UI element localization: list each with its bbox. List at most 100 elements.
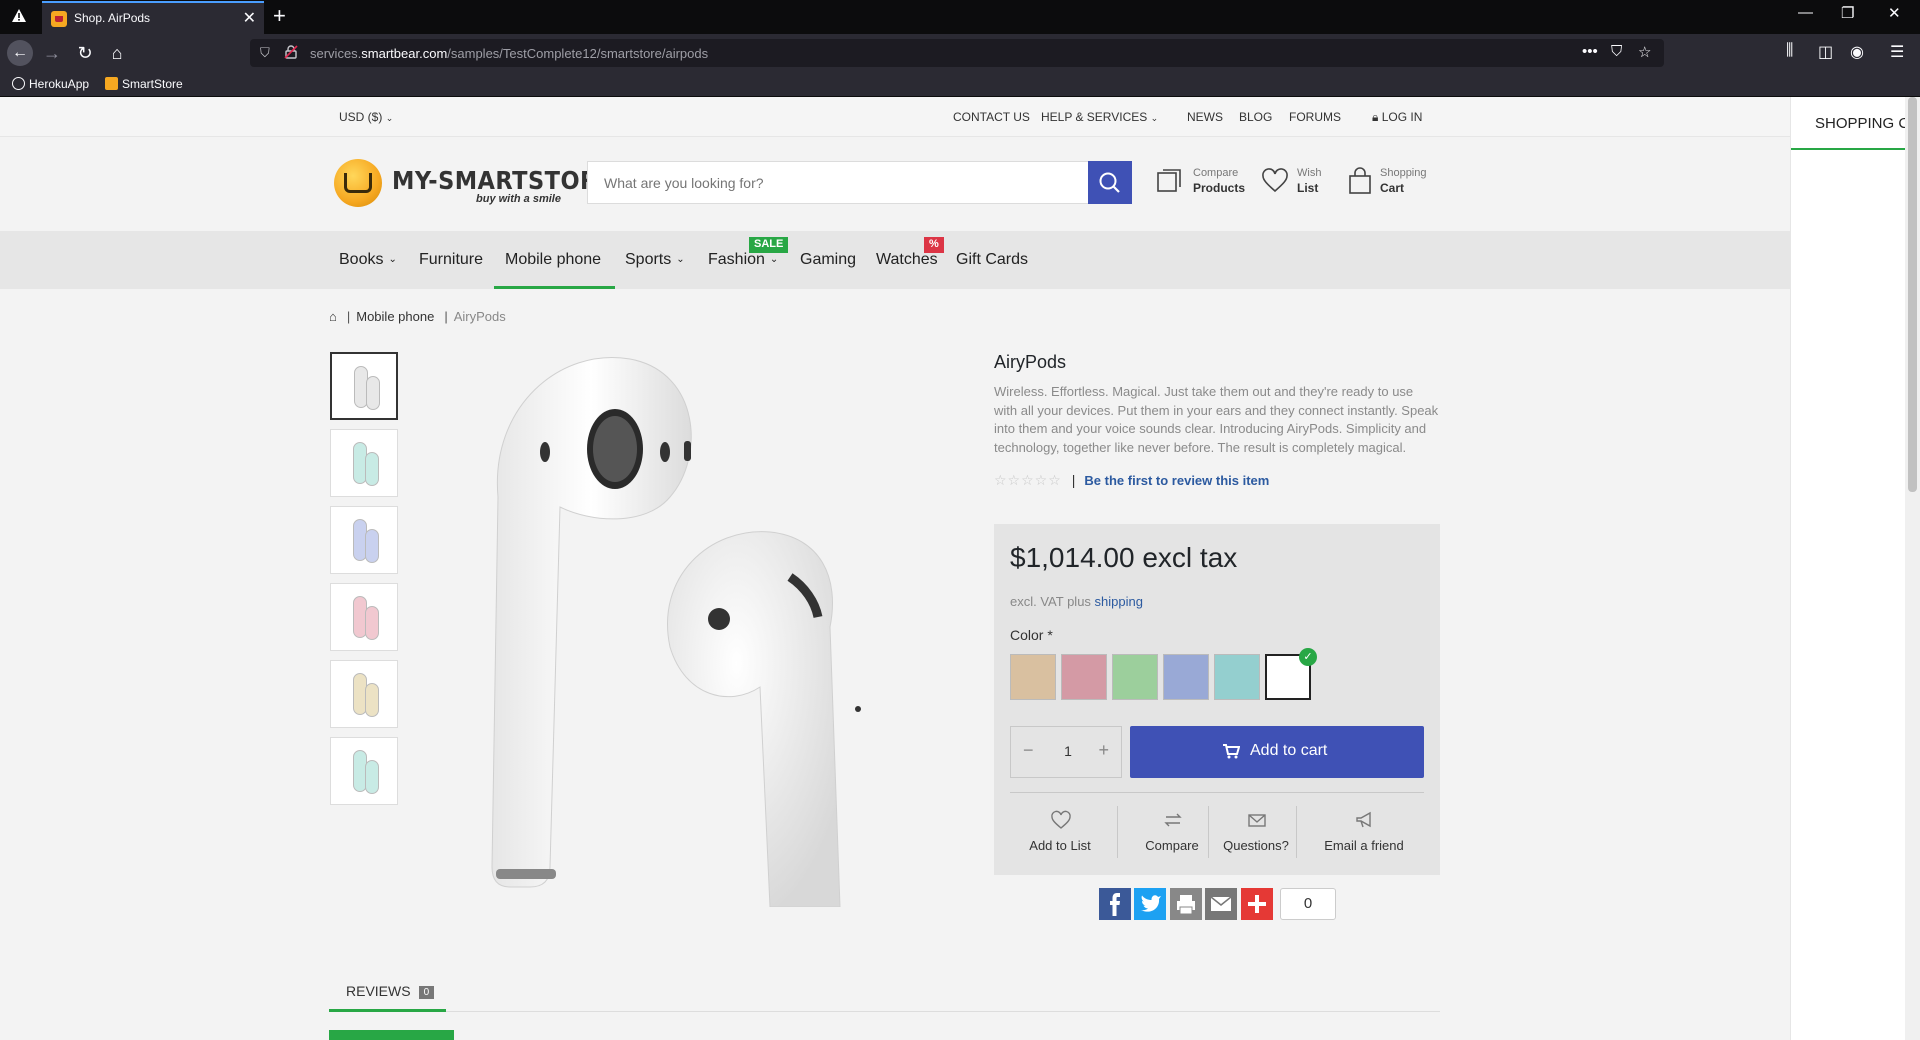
restore-icon[interactable]: ❐ <box>1841 4 1854 22</box>
thumb-color <box>365 606 379 640</box>
address-bar[interactable]: ⛉ services.smartbear.com/samples/TestCom… <box>250 39 1664 67</box>
search-input[interactable] <box>588 162 1088 203</box>
product-thumbnail[interactable] <box>330 506 398 574</box>
product-main-image[interactable] <box>470 347 910 907</box>
nav-item-books[interactable]: Books ⌄ <box>339 251 397 269</box>
product-thumbnail[interactable] <box>330 583 398 651</box>
color-swatch[interactable] <box>1214 654 1260 700</box>
nav-item-furniture[interactable]: Furniture <box>419 251 483 269</box>
flyout-title: SHOPPING CA <box>1815 115 1920 132</box>
rating-stars-icon: ☆☆☆☆☆ <box>994 472 1062 488</box>
more-share-button[interactable] <box>1241 888 1273 920</box>
shipping-link[interactable]: shipping <box>1095 594 1143 609</box>
tabs-divider <box>329 1011 1440 1012</box>
product-thumbnail[interactable] <box>330 660 398 728</box>
browser-tabbar: Shop. AirPods ✕ + — ❐ ✕ <box>0 0 1920 34</box>
product-thumbnail[interactable] <box>330 352 398 420</box>
write-review-button[interactable] <box>329 1030 454 1040</box>
megaphone-icon <box>1356 811 1371 828</box>
pocket-icon[interactable]: ⛉ <box>1611 43 1622 60</box>
quantity-value[interactable]: 1 <box>1061 743 1075 759</box>
search-button[interactable] <box>1088 161 1132 204</box>
lock-icon: 🔒︎ <box>1372 110 1379 124</box>
reload-icon[interactable]: ↻ <box>73 41 97 65</box>
page-actions-icon[interactable]: ••• <box>1582 43 1598 60</box>
email-friend-action[interactable]: Email a friend <box>1310 806 1418 862</box>
news-link[interactable]: NEWS <box>1187 110 1223 124</box>
close-tab-icon[interactable]: ✕ <box>243 8 256 28</box>
printer-icon <box>1177 895 1195 915</box>
color-swatch[interactable] <box>1010 654 1056 700</box>
nav-item-gaming[interactable]: Gaming <box>800 251 856 269</box>
page-scrollbar[interactable] <box>1905 97 1920 1040</box>
close-window-icon[interactable]: ✕ <box>1888 4 1901 22</box>
add-to-list-action[interactable]: Add to List <box>1006 806 1114 862</box>
search-box <box>587 161 1132 204</box>
bookmark-herokuapp[interactable]: HerokuApp <box>12 77 89 91</box>
back-icon[interactable]: ← <box>7 40 33 66</box>
menu-icon[interactable]: ☰ <box>1890 42 1904 62</box>
color-swatch[interactable] <box>1163 654 1209 700</box>
forums-link[interactable]: FORUMS <box>1289 110 1341 124</box>
color-swatch[interactable] <box>1112 654 1158 700</box>
library-icon[interactable]: ⫼ <box>1786 42 1793 60</box>
tab-reviews[interactable]: REVIEWS 0 <box>346 983 435 999</box>
forward-icon[interactable]: → <box>40 41 64 65</box>
globe-icon <box>12 77 25 90</box>
breadcrumb-category[interactable]: Mobile phone <box>356 309 434 324</box>
minimize-icon[interactable]: — <box>1798 4 1813 21</box>
color-swatch[interactable] <box>1061 654 1107 700</box>
nav-item-mobile-phone[interactable]: Mobile phone <box>505 251 601 269</box>
questions-action[interactable]: Questions? <box>1202 806 1310 862</box>
contact-us-link[interactable]: CONTACT US <box>953 110 1030 124</box>
logo-name: MY-SMARTSTORE <box>392 166 614 195</box>
home-icon[interactable]: ⌂ <box>329 309 337 324</box>
nav-item-fashion[interactable]: Fashion ⌄ <box>708 251 778 269</box>
top-bar: USD ($) ⌄ CONTACT US HELP & SERVICES ⌄ N… <box>0 97 1790 137</box>
store-page: USD ($) ⌄ CONTACT US HELP & SERVICES ⌄ N… <box>0 97 1790 1040</box>
facebook-icon <box>1110 893 1120 916</box>
product-title: AiryPods <box>994 352 1067 372</box>
chevron-down-icon: ⌄ <box>388 254 397 265</box>
quantity-stepper: − 1 + <box>1010 726 1122 778</box>
smartstore-favicon-icon <box>105 77 118 90</box>
write-review-link[interactable]: Be the first to review this item <box>1084 473 1269 488</box>
product-description: Wireless. Effortless. Magical. Just take… <box>994 384 1439 455</box>
scrollbar-thumb[interactable] <box>1908 97 1917 492</box>
email-share-button[interactable] <box>1205 888 1237 920</box>
sidebar-icon[interactable]: ◫ <box>1818 42 1833 62</box>
color-swatch-selected[interactable]: ✓ <box>1265 648 1317 700</box>
flyout-underline <box>1791 148 1906 150</box>
home-icon[interactable]: ⌂ <box>105 41 129 65</box>
twitter-share-button[interactable] <box>1134 888 1166 920</box>
search-icon <box>1099 172 1120 193</box>
bookmark-smartstore[interactable]: SmartStore <box>105 77 183 91</box>
new-tab-icon[interactable]: + <box>273 3 286 29</box>
cart-icon <box>1223 744 1240 759</box>
help-services-menu[interactable]: HELP & SERVICES ⌄ <box>1041 110 1158 124</box>
facebook-share-button[interactable] <box>1099 888 1131 920</box>
blog-link[interactable]: BLOG <box>1239 110 1272 124</box>
nav-item-watches[interactable]: Watches <box>876 251 938 269</box>
product-thumbnail[interactable] <box>330 737 398 805</box>
buy-box: $1,014.00 excl tax excl. VAT plus shippi… <box>994 524 1440 875</box>
bookmark-star-icon[interactable]: ☆ <box>1638 43 1651 61</box>
add-to-cart-button[interactable]: Add to cart <box>1130 726 1424 778</box>
nav-item-sports[interactable]: Sports ⌄ <box>625 251 685 269</box>
warning-icon <box>12 9 26 22</box>
breadcrumb-current: AiryPods <box>453 309 506 324</box>
heart-icon <box>1262 168 1288 193</box>
nav-item-gift-cards[interactable]: Gift Cards <box>956 251 1028 269</box>
currency-selector[interactable]: USD ($) ⌄ <box>339 110 393 124</box>
browser-tab-active[interactable]: Shop. AirPods ✕ <box>42 1 264 34</box>
basket-logo-icon <box>334 159 382 207</box>
decrease-qty-button[interactable]: − <box>1023 740 1034 761</box>
login-link[interactable]: 🔒︎ LOG IN <box>1372 110 1422 125</box>
tracking-shield-icon[interactable]: ⛉ <box>260 45 270 61</box>
product-thumbnail[interactable] <box>330 429 398 497</box>
main-navigation: Books ⌄ Furniture Mobile phone Sports ⌄ SA… <box>0 231 1790 289</box>
increase-qty-button[interactable]: + <box>1098 740 1109 761</box>
account-icon[interactable]: ◉ <box>1850 42 1864 62</box>
print-button[interactable] <box>1170 888 1202 920</box>
insecure-lock-icon[interactable] <box>284 45 298 59</box>
